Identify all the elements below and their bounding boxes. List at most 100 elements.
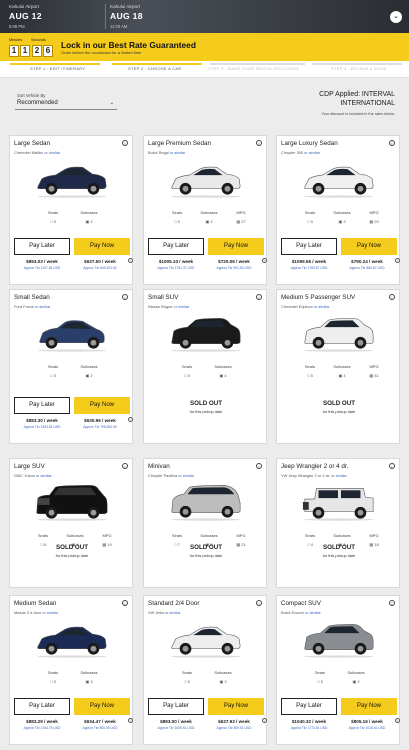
info-icon[interactable]: i	[122, 463, 128, 469]
model-name: Chrysler 300	[281, 150, 304, 155]
mpg-label: MPG	[369, 210, 379, 215]
car-image	[299, 314, 379, 352]
pay-now-button[interactable]: Pay Now	[341, 698, 397, 715]
pay-later-button[interactable]: Pay Later	[14, 238, 70, 255]
info-icon[interactable]: i	[389, 600, 395, 606]
vehicle-class: Minivan	[148, 463, 170, 470]
pay-now-approx[interactable]: Approx Tkr 800.95 USD	[71, 726, 129, 730]
info-icon[interactable]: i	[122, 294, 128, 300]
or-similar-link[interactable]: or similar	[305, 610, 321, 615]
info-icon[interactable]: i	[262, 718, 267, 723]
pay-later-button[interactable]: Pay Later	[281, 698, 337, 715]
pay-later-approx[interactable]: Approx Tkr 1751.37 USD	[147, 266, 205, 270]
pay-now-approx[interactable]: Approx Tkr 901.52 USD	[205, 266, 263, 270]
pay-later-approx[interactable]: Approx Tkr 1107.84 USD	[13, 266, 71, 270]
or-similar-link[interactable]: or similar	[42, 610, 58, 615]
pay-now-approx[interactable]: Approx Tkr 795.551.50	[71, 425, 129, 429]
pay-now-button[interactable]: Pay Now	[74, 397, 130, 414]
pay-now-button[interactable]: Pay Now	[341, 238, 397, 255]
info-icon[interactable]: i	[128, 258, 133, 263]
pay-now-approx[interactable]: Approx Tkr 1016.41 USD	[338, 726, 396, 730]
pay-now-button[interactable]: Pay Now	[74, 698, 130, 715]
step-review-book: STEP 4 : REVIEW & BOOK	[331, 66, 387, 71]
info-icon[interactable]: i	[262, 258, 267, 263]
sort-value: Recommended	[17, 100, 58, 106]
seats-spec: Seats □ 5	[40, 670, 66, 684]
info-icon[interactable]: i	[395, 718, 400, 723]
step-edit-itinerary[interactable]: STEP 1 : EDIT ITINERARY	[30, 66, 85, 71]
chevron-down-icon[interactable]: ⌄	[390, 11, 402, 23]
car-image	[32, 314, 112, 352]
or-similar-link[interactable]: or similar	[178, 473, 194, 478]
pay-now-button[interactable]: Pay Now	[74, 238, 130, 255]
pay-now-button[interactable]: Pay Now	[208, 238, 264, 255]
promo-subtitle: Order before the countdown for a limited…	[61, 50, 142, 55]
pay-later-approx[interactable]: Approx Tkr 1783.87 USD	[280, 266, 338, 270]
dropoff-location: Kahului Airport	[110, 4, 140, 9]
seats-count: 5	[53, 679, 56, 684]
seats-label: Seats	[47, 364, 59, 369]
suitcases-count: 3	[90, 679, 93, 684]
pay-later-approx[interactable]: Approx Tkr 1393.81 USD	[13, 425, 71, 429]
or-similar-link[interactable]: or similar	[331, 473, 347, 478]
seats-label: Seats	[314, 670, 326, 675]
seats-value: □ 5	[174, 219, 180, 224]
info-icon[interactable]: i	[389, 140, 395, 146]
pay-later-button[interactable]: Pay Later	[148, 238, 204, 255]
vehicle-class: Medium 5 Passenger SUV	[281, 294, 356, 301]
vehicle-card: Large Sedan i Chevrolet Malibu or simila…	[9, 135, 133, 285]
info-icon[interactable]: i	[389, 463, 395, 469]
pay-now-approx[interactable]: Approx Tkr 809.401.52	[71, 266, 129, 270]
info-icon[interactable]: i	[389, 294, 395, 300]
model-name: Chrysler Pacifica	[148, 473, 178, 478]
vehicle-card: Medium Sedan i Mazda 3 4-door or similar…	[9, 595, 133, 745]
info-icon[interactable]: i	[122, 140, 128, 146]
or-similar-link[interactable]: or similar	[165, 610, 181, 615]
pay-later-approx[interactable]: Approx Tkr 1764.76 USD	[13, 726, 71, 730]
pay-later-button[interactable]: Pay Later	[281, 238, 337, 255]
pay-now-approx[interactable]: Approx Tkr 864.87 USD	[338, 266, 396, 270]
suitcases-count: 3	[224, 679, 227, 684]
pay-now-price: $637.50 / week	[84, 259, 116, 264]
info-icon[interactable]: i	[122, 600, 128, 606]
or-similar-link[interactable]: or similar	[170, 150, 186, 155]
rate-guarantee-banner: Minutes Seconds 1 1 2 6 Lock in our Best…	[0, 33, 409, 61]
info-icon[interactable]: i	[256, 600, 262, 606]
sold-out-note: for this pickup date	[322, 553, 356, 558]
sold-out-note: for this pickup date	[55, 553, 89, 558]
info-icon[interactable]: i	[256, 140, 262, 146]
info-icon[interactable]: i	[128, 417, 133, 422]
or-similar-link[interactable]: or similar	[304, 150, 320, 155]
pay-later-approx[interactable]: Approx Tkr 1771.61 USD	[280, 726, 338, 730]
info-icon[interactable]: i	[395, 258, 400, 263]
pay-later-button[interactable]: Pay Later	[14, 397, 70, 414]
or-similar-link[interactable]: or similar	[174, 304, 190, 309]
seats-label: Seats	[304, 364, 316, 369]
seats-spec: Seats □ 5	[164, 210, 190, 224]
pay-later-button[interactable]: Pay Later	[14, 698, 70, 715]
pay-now-button[interactable]: Pay Now	[208, 698, 264, 715]
seats-value: □ 5	[50, 219, 56, 224]
or-similar-link[interactable]: or similar	[314, 304, 330, 309]
or-similar-link[interactable]: or similar	[44, 150, 60, 155]
sold-out-label: SOLD OUT	[56, 544, 88, 551]
info-icon[interactable]: i	[256, 463, 262, 469]
vehicle-model: VW Jeep Wrangler 2 or 4 dr. or similar	[281, 473, 347, 478]
pay-later-button[interactable]: Pay Later	[148, 698, 204, 715]
vehicle-model: Nissan Rogue or similar	[148, 304, 189, 309]
info-icon[interactable]: i	[128, 718, 133, 723]
or-similar-link[interactable]: or similar	[36, 473, 52, 478]
info-icon[interactable]: i	[256, 294, 262, 300]
suitcases-spec: Suitcases ▣ 3	[329, 210, 355, 224]
pickup-date: AUG 12	[9, 11, 42, 21]
or-similar-link[interactable]: or similar	[35, 304, 51, 309]
pay-now-approx[interactable]: Approx Tkr 809.51 USD	[205, 726, 263, 730]
vehicle-class: Small Sedan	[14, 294, 50, 301]
suitcases-label: Suitcases	[80, 670, 98, 675]
cdp-applied: CDP Applied: INTERVAL INTERNATIONAL	[275, 90, 395, 108]
suitcases-spec: Suitcases ▣ 3	[76, 670, 102, 684]
itinerary-header[interactable]: Kahului Airport AUG 12 5:08 PM Kahului A…	[0, 0, 409, 33]
seats-value: □ 5	[307, 219, 313, 224]
pay-later-approx[interactable]: Approx Tkr 1069.51 USD	[147, 726, 205, 730]
sort-select[interactable]: Recommended ⌄	[15, 98, 117, 110]
